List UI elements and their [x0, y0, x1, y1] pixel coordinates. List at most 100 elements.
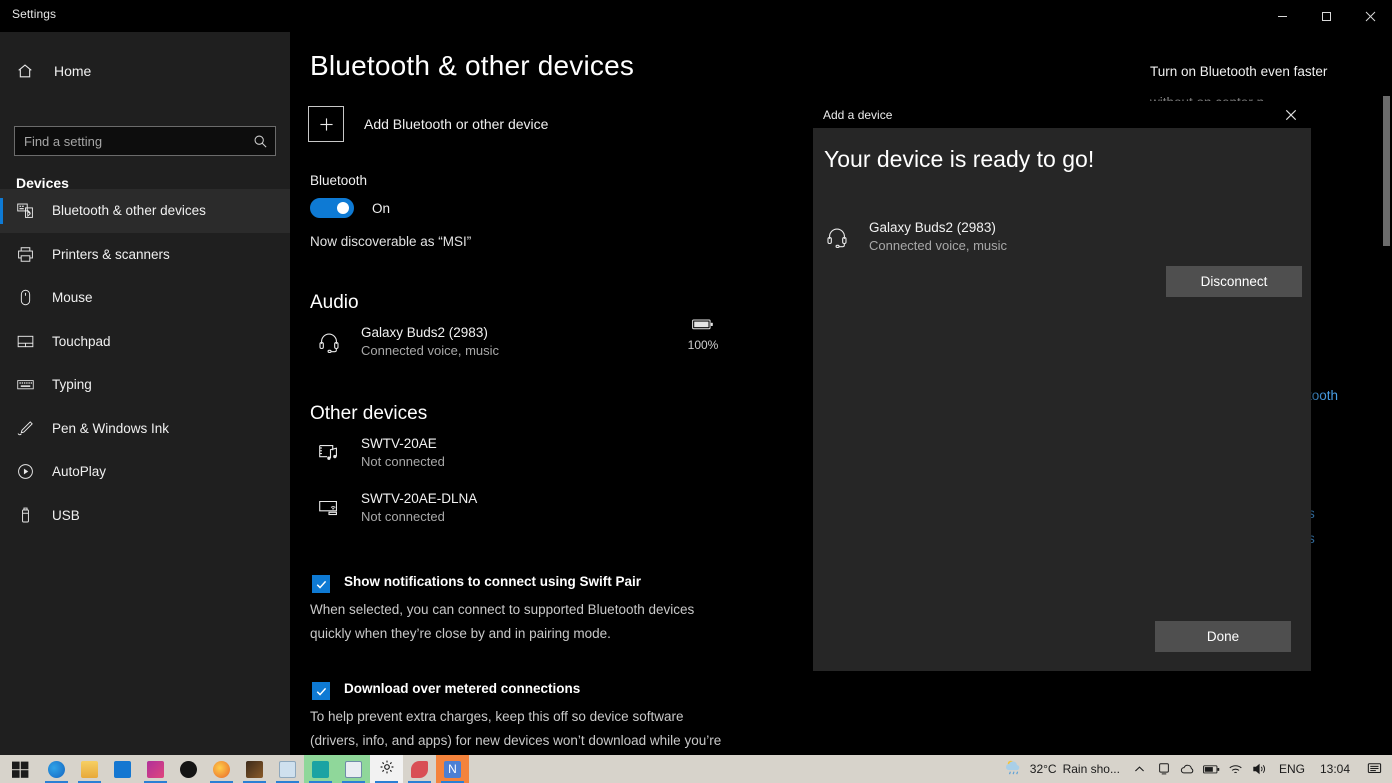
right-panel-link-bluetooth[interactable]: tooth [1308, 384, 1338, 408]
main-scrollbar-thumb[interactable] [1383, 96, 1390, 246]
weather-temperature: 32°C [1029, 762, 1057, 776]
usb-icon [14, 504, 36, 526]
dialog-close-icon[interactable] [1271, 101, 1311, 128]
taskbar-app-mail[interactable] [106, 755, 139, 783]
sidebar-item-touchpad[interactable]: Touchpad [0, 320, 290, 364]
taskbar-app-xbox[interactable] [172, 755, 205, 783]
sidebar-item-mouse[interactable]: Mouse [0, 276, 290, 320]
done-button[interactable]: Done [1155, 621, 1291, 652]
checkbox-swift-pair[interactable] [312, 575, 330, 593]
pen-icon [14, 417, 36, 439]
add-device-label: Add Bluetooth or other device [364, 116, 549, 132]
taskbar-app-firefox[interactable] [205, 755, 238, 783]
gear-icon [379, 759, 395, 780]
headset-icon [315, 328, 343, 356]
taskbar-app-paint[interactable] [271, 755, 304, 783]
tray-weather-widget[interactable]: 32°C Rain sho... [1000, 755, 1128, 783]
volume-icon[interactable] [1248, 755, 1272, 783]
taskbar-app-store[interactable] [337, 755, 370, 783]
dialog-device-name: Galaxy Buds2 (2983) [869, 220, 996, 235]
cast-display-icon [315, 494, 343, 522]
sidebar-item-label: Pen & Windows Ink [52, 420, 170, 436]
wifi-icon[interactable] [1224, 755, 1248, 783]
dialog-heading: Your device is ready to go! [824, 146, 1095, 172]
toggle-knob [337, 202, 349, 214]
taskbar-app-dark[interactable] [238, 755, 271, 783]
bluetooth-label: Bluetooth [310, 173, 368, 188]
dialog-device-row: Galaxy Buds2 (2983) Connected voice, mus… [823, 219, 1183, 255]
touchpad-icon [14, 330, 36, 352]
home-icon [14, 60, 36, 82]
weather-rain-icon [1004, 758, 1024, 781]
dialog-title: Add a device [823, 107, 893, 122]
device-status: Not connected [361, 509, 445, 524]
add-bluetooth-device-button[interactable]: Add Bluetooth or other device [308, 100, 728, 148]
checkbox-label: Download over metered connections [344, 681, 581, 696]
sidebar: Home Devices [0, 32, 290, 755]
sidebar-item-label: Mouse [52, 290, 93, 306]
device-text-block: SWTV-20AE Not connected [361, 435, 445, 471]
bluetooth-toggle-group: On [310, 198, 390, 218]
snip-tool-icon [411, 760, 428, 778]
sidebar-item-autoplay[interactable]: AutoPlay [0, 450, 290, 494]
language-indicator[interactable]: ENG [1272, 755, 1312, 783]
taskbar: N 32°C Rain sho... ENG 13:04 [0, 755, 1392, 783]
sidebar-nav-list: Bluetooth & other devices Printers & sca… [0, 189, 290, 537]
checkbox-row-swift-pair[interactable]: Show notifications to connect using Swif… [312, 574, 641, 593]
search-box[interactable] [14, 126, 276, 156]
file-explorer-icon [81, 760, 98, 778]
action-center-icon[interactable] [1358, 755, 1392, 783]
search-icon[interactable] [245, 127, 275, 155]
window-titlebar: Settings [0, 0, 1392, 32]
cloud-icon[interactable] [1176, 755, 1200, 783]
battery-icon[interactable] [1200, 755, 1224, 783]
taskbar-app-notion[interactable]: N [436, 755, 469, 783]
sidebar-item-label: Touchpad [52, 333, 111, 349]
taskbar-app-settings[interactable] [370, 755, 403, 783]
taskbar-app-teams[interactable] [304, 755, 337, 783]
onedrive-sync-icon[interactable] [1152, 755, 1176, 783]
device-status: Connected voice, music [361, 343, 500, 358]
minimize-button[interactable] [1260, 0, 1304, 32]
system-tray: 32°C Rain sho... ENG 13:04 [1000, 755, 1392, 783]
sidebar-item-typing[interactable]: Typing [0, 363, 290, 407]
notion-app-icon: N [444, 760, 461, 778]
autoplay-icon [14, 461, 36, 483]
weather-description: Rain sho... [1062, 762, 1120, 776]
device-row-swtv-20ae[interactable]: SWTV-20AE Not connected [305, 431, 695, 475]
sidebar-item-home[interactable]: Home [0, 54, 290, 88]
paint-icon [279, 760, 296, 778]
device-name: SWTV-20AE-DLNA [361, 491, 478, 506]
taskbar-app-file-explorer[interactable] [73, 755, 106, 783]
device-row-galaxy-buds-audio[interactable]: Galaxy Buds2 (2983) Connected voice, mus… [305, 320, 695, 364]
taskbar-app-snip[interactable] [403, 755, 436, 783]
audio-group-heading: Audio [310, 292, 359, 313]
device-row-swtv-20ae-dlna[interactable]: SWTV-20AE-DLNA Not connected [305, 486, 695, 530]
device-status: Not connected [361, 454, 445, 469]
printer-icon [14, 243, 36, 265]
checkbox-row-metered[interactable]: Download over metered connections [312, 681, 580, 700]
sidebar-item-label: Printers & scanners [52, 246, 170, 262]
disconnect-button[interactable]: Disconnect [1166, 266, 1302, 297]
sidebar-item-printers-scanners[interactable]: Printers & scanners [0, 233, 290, 277]
sidebar-item-label: Bluetooth & other devices [52, 203, 206, 219]
sidebar-home-label: Home [54, 63, 92, 79]
search-input[interactable] [15, 133, 245, 149]
edge-icon [48, 760, 65, 778]
sidebar-item-pen-windows-ink[interactable]: Pen & Windows Ink [0, 407, 290, 451]
page-title: Bluetooth & other devices [310, 50, 635, 81]
maximize-button[interactable] [1304, 0, 1348, 32]
sidebar-item-bluetooth-other-devices[interactable]: Bluetooth & other devices [0, 189, 290, 233]
start-button[interactable] [0, 755, 40, 783]
dialog-titlebar: Add a device [813, 101, 1311, 128]
store-app-icon [345, 760, 362, 778]
mail-icon [114, 760, 131, 778]
checkbox-metered-connections[interactable] [312, 682, 330, 700]
taskbar-app-photo[interactable] [139, 755, 172, 783]
chevron-up-icon[interactable] [1128, 755, 1152, 783]
close-button[interactable] [1348, 0, 1392, 32]
bluetooth-toggle[interactable] [310, 198, 354, 218]
clock[interactable]: 13:04 [1312, 755, 1358, 783]
taskbar-app-edge[interactable] [40, 755, 73, 783]
sidebar-item-usb[interactable]: USB [0, 494, 290, 538]
